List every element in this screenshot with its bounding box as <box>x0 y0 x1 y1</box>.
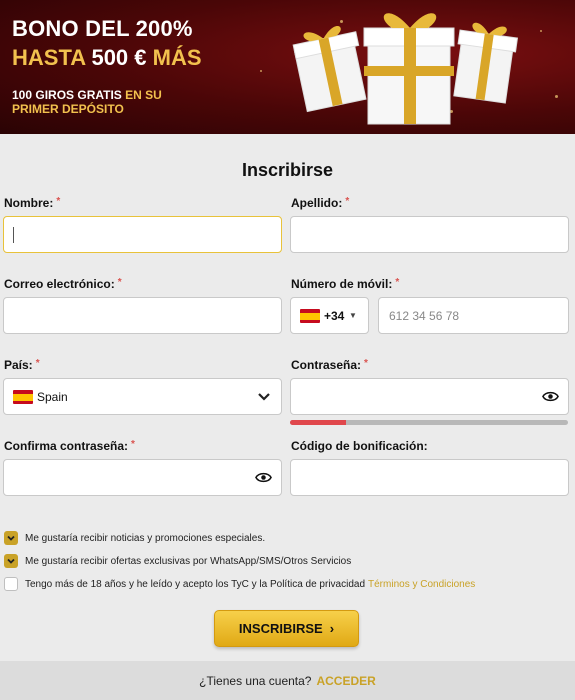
newsletter-checkbox-row[interactable]: Me gustaría recibir noticias y promocion… <box>4 530 265 546</box>
phone-prefix-value: +34 <box>324 309 345 323</box>
login-link[interactable]: ACCEDER <box>316 674 375 688</box>
codigo-label: Código de bonificación: <box>291 439 428 453</box>
banner-free-spins: 100 GIROS GRATIS EN SU PRIMER DEPÓSITO <box>12 88 162 116</box>
promo-banner: BONO DEL 200% HASTA 500 € MÁS 100 GIROS … <box>0 0 575 134</box>
text-caret <box>13 227 14 243</box>
spain-flag-icon <box>300 309 320 323</box>
confirm-password-input[interactable] <box>3 459 282 496</box>
register-button[interactable]: INSCRIBIRSE › <box>214 610 359 647</box>
login-footer: ¿Tienes una cuenta? ACCEDER <box>0 661 575 700</box>
phone-prefix-select[interactable]: +34 ▼ <box>290 297 369 334</box>
contrasena-label: Contraseña: * <box>291 358 368 372</box>
whatsapp-checkbox-row[interactable]: Me gustaría recibir ofertas exclusivas p… <box>4 553 351 569</box>
bonus-code-input[interactable] <box>290 459 569 496</box>
phone-placeholder: 612 34 56 78 <box>389 309 460 323</box>
password-strength-fill <box>290 420 346 425</box>
login-question: ¿Tienes una cuenta? <box>199 673 312 688</box>
terms-checkbox-row[interactable]: Tengo más de 18 años y he leído y acepto… <box>4 576 475 592</box>
whatsapp-label: Me gustaría recibir ofertas exclusivas p… <box>25 555 352 567</box>
password-strength-bar <box>290 420 568 425</box>
country-select[interactable]: Spain <box>3 378 282 415</box>
chevron-down-icon <box>7 535 15 541</box>
caret-down-icon: ▼ <box>349 311 357 320</box>
password-input[interactable] <box>290 378 569 415</box>
terms-label: Tengo más de 18 años y he leído y acepto… <box>25 578 366 590</box>
newsletter-label: Me gustaría recibir noticias y promocion… <box>25 532 266 544</box>
apellido-input[interactable] <box>290 216 569 253</box>
banner-subtitle: HASTA 500 € MÁS <box>12 45 202 70</box>
banner-title: BONO DEL 200% <box>12 16 193 41</box>
newsletter-checkbox[interactable] <box>4 531 18 545</box>
nombre-input[interactable] <box>3 216 282 253</box>
register-button-label: INSCRIBIRSE <box>238 621 323 636</box>
chevron-down-icon <box>7 558 15 564</box>
phone-input[interactable]: 612 34 56 78 <box>378 297 569 334</box>
eye-icon[interactable] <box>255 471 272 484</box>
whatsapp-checkbox[interactable] <box>4 554 18 568</box>
correo-input[interactable] <box>3 297 282 334</box>
arrow-right-icon: › <box>329 621 335 636</box>
nombre-label: Nombre: * <box>4 196 61 210</box>
gift-boxes-icon <box>292 13 519 125</box>
terms-link[interactable]: Términos y Condiciones <box>368 579 475 590</box>
correo-label: Correo electrónico: * <box>4 277 122 291</box>
apellido-label: Apellido: * <box>291 196 350 210</box>
confirma-label: Confirma contraseña: * <box>4 439 135 453</box>
terms-checkbox[interactable] <box>4 577 18 591</box>
country-value: Spain <box>37 390 68 404</box>
movil-label: Número de móvil: * <box>291 277 400 291</box>
chevron-down-icon <box>258 393 270 401</box>
spain-flag-icon <box>13 390 33 404</box>
eye-icon[interactable] <box>542 390 559 403</box>
form-title: Inscribirse <box>241 160 334 180</box>
pais-label: País: * <box>4 358 40 372</box>
